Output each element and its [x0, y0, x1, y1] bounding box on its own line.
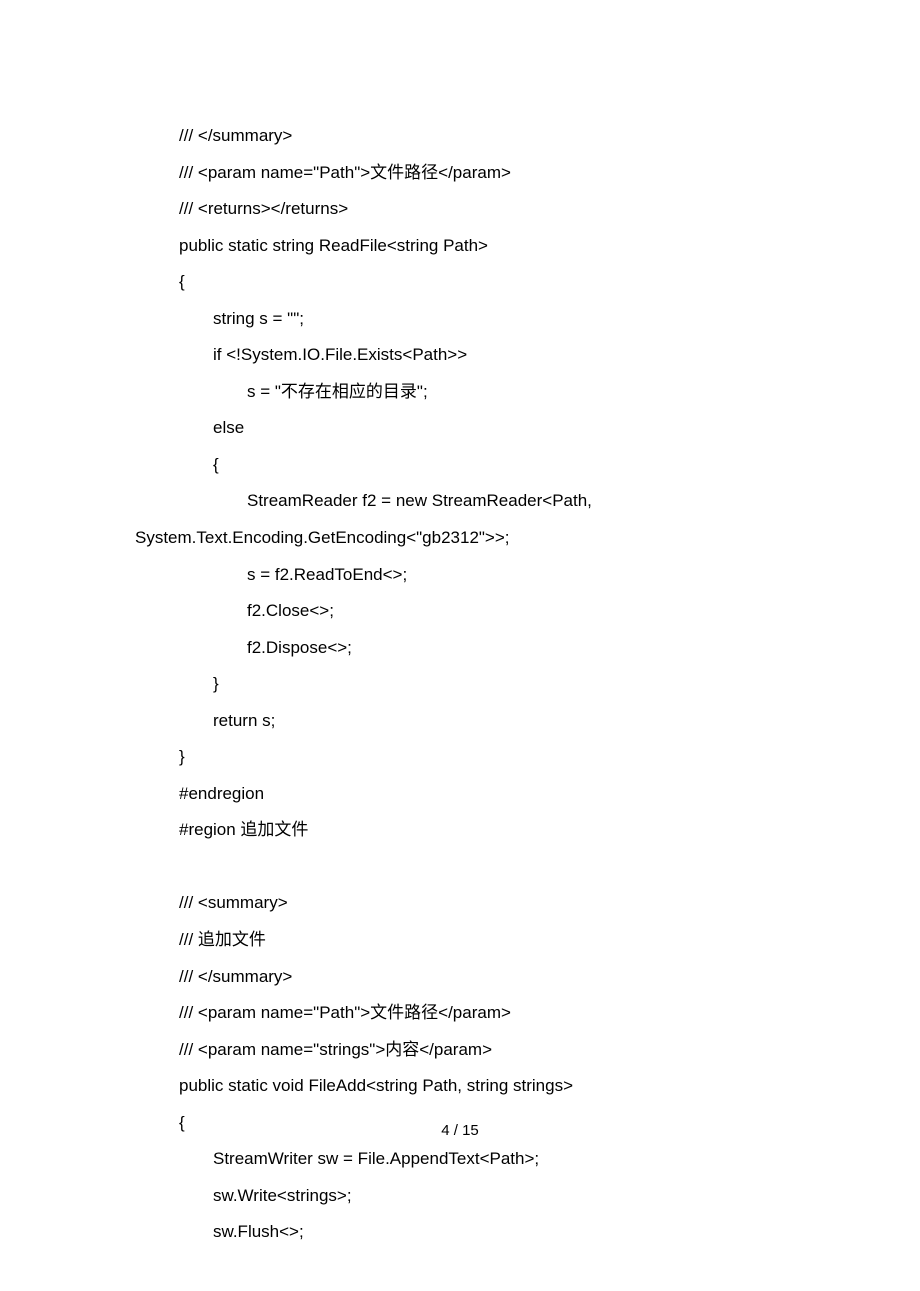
code-line: /// 追加文件 [135, 922, 785, 959]
code-line: s = "不存在相应的目录"; [135, 374, 785, 411]
code-line: StreamWriter sw = File.AppendText<Path>; [135, 1141, 785, 1178]
code-line: } [135, 666, 785, 703]
code-line: return s; [135, 703, 785, 740]
code-line: { [135, 264, 785, 301]
code-line: StreamReader f2 = new StreamReader<Path, [135, 483, 785, 520]
code-line: /// </summary> [135, 118, 785, 155]
code-line: } [135, 739, 785, 776]
code-line: public static void FileAdd<string Path, … [135, 1068, 785, 1105]
code-line: f2.Dispose<>; [135, 630, 785, 667]
code-line: /// <summary> [135, 885, 785, 922]
code-line: /// <param name="Path">文件路径</param> [135, 155, 785, 192]
page-number: 4 / 15 [0, 1122, 920, 1139]
code-line: /// <param name="strings">内容</param> [135, 1032, 785, 1069]
document-page: /// </summary>/// <param name="Path">文件路… [0, 0, 920, 1291]
code-line: public static string ReadFile<string Pat… [135, 228, 785, 265]
code-block: /// </summary>/// <param name="Path">文件路… [135, 118, 785, 1251]
code-line [135, 849, 785, 886]
page-current: 4 [441, 1122, 449, 1139]
page-separator: / [450, 1122, 463, 1139]
code-line: /// <returns></returns> [135, 191, 785, 228]
code-line: System.Text.Encoding.GetEncoding<"gb2312… [135, 520, 785, 557]
code-line: f2.Close<>; [135, 593, 785, 630]
code-line: sw.Flush<>; [135, 1214, 785, 1251]
code-line: { [135, 447, 785, 484]
code-line: /// </summary> [135, 959, 785, 996]
code-line: s = f2.ReadToEnd<>; [135, 557, 785, 594]
code-line: sw.Write<strings>; [135, 1178, 785, 1215]
code-line: string s = ""; [135, 301, 785, 338]
code-line: if <!System.IO.File.Exists<Path>> [135, 337, 785, 374]
code-line: #endregion [135, 776, 785, 813]
code-line: /// <param name="Path">文件路径</param> [135, 995, 785, 1032]
page-total: 15 [462, 1122, 479, 1139]
code-line: else [135, 410, 785, 447]
code-line: #region 追加文件 [135, 812, 785, 849]
